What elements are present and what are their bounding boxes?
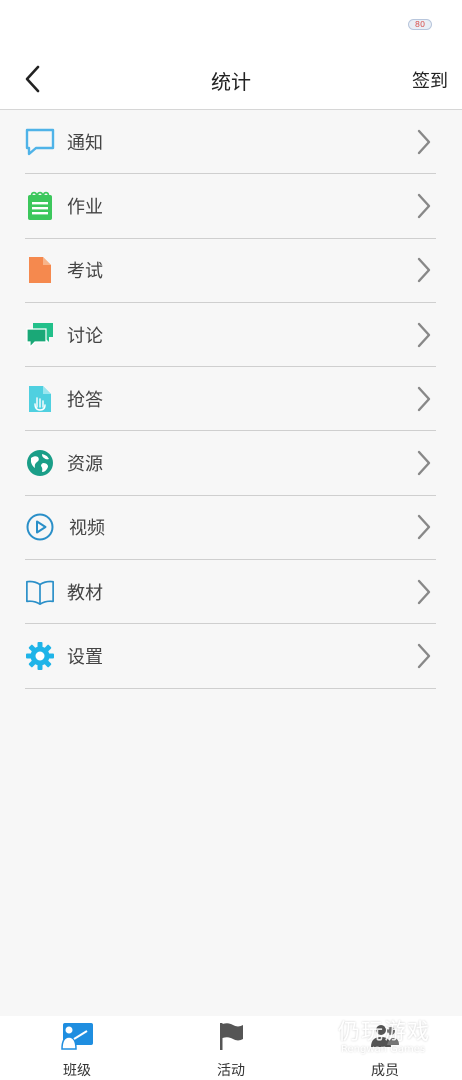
gear-icon (25, 641, 55, 671)
chevron-right-icon (417, 386, 431, 412)
chevron-right-icon (417, 450, 431, 476)
menu-item-label: 教材 (67, 582, 103, 604)
file-hand-icon (25, 384, 55, 414)
chevron-right-icon (417, 579, 431, 604)
menu-item-label: 考试 (67, 261, 103, 283)
chevron-right-icon (417, 129, 431, 154)
battery-icon: 80 (408, 19, 432, 30)
menu-item-label: 讨论 (67, 325, 103, 347)
stats-menu: 通知 作业 考试 讨论 抢答 资源 视频 教材 设置 (25, 110, 436, 689)
page-title: 统计 (211, 70, 251, 94)
menu-item-quick-answer[interactable]: 抢答 (25, 367, 436, 432)
sign-in-button[interactable]: 签到 (412, 67, 448, 93)
menu-item-homework[interactable]: 作业 (25, 174, 436, 239)
chevron-right-icon (417, 515, 431, 540)
menu-item-label: 作业 (67, 196, 103, 218)
menu-item-video[interactable]: 视频 (25, 496, 436, 561)
header: 统计 签到 (0, 48, 462, 110)
book-icon (25, 577, 55, 607)
discussion-icon (25, 320, 55, 350)
play-circle-icon (25, 512, 55, 542)
tab-activity[interactable]: 活动 (154, 1016, 308, 1080)
menu-item-settings[interactable]: 设置 (25, 624, 436, 689)
bottom-nav: 班级 活动 成员 (0, 1016, 462, 1080)
class-icon (59, 1020, 95, 1052)
menu-item-resources[interactable]: 资源 (25, 431, 436, 496)
notepad-icon (25, 191, 55, 221)
tab-label: 活动 (217, 1063, 245, 1079)
tab-label: 成员 (371, 1063, 399, 1079)
chevron-right-icon (417, 322, 431, 347)
chevron-right-icon (417, 643, 431, 669)
flag-icon (213, 1020, 249, 1052)
menu-item-exam[interactable]: 考试 (25, 239, 436, 303)
menu-item-notice[interactable]: 通知 (25, 110, 436, 175)
status-bar: 80 (0, 0, 462, 48)
document-icon (25, 255, 55, 285)
tab-label: 班级 (63, 1063, 91, 1079)
menu-item-label: 抢答 (67, 389, 103, 411)
chevron-right-icon (417, 193, 431, 219)
menu-item-label: 设置 (67, 647, 103, 669)
tab-members[interactable]: 成员 (308, 1016, 462, 1080)
chevron-right-icon (417, 258, 431, 283)
chat-bubble-icon (25, 127, 55, 157)
menu-item-label: 通知 (67, 132, 103, 154)
menu-item-discussion[interactable]: 讨论 (25, 303, 436, 368)
menu-item-label: 视频 (69, 518, 105, 540)
tab-class[interactable]: 班级 (0, 1016, 154, 1080)
members-icon (367, 1020, 403, 1052)
menu-item-label: 资源 (67, 454, 103, 476)
menu-item-textbook[interactable]: 教材 (25, 560, 436, 625)
globe-icon (25, 448, 55, 478)
